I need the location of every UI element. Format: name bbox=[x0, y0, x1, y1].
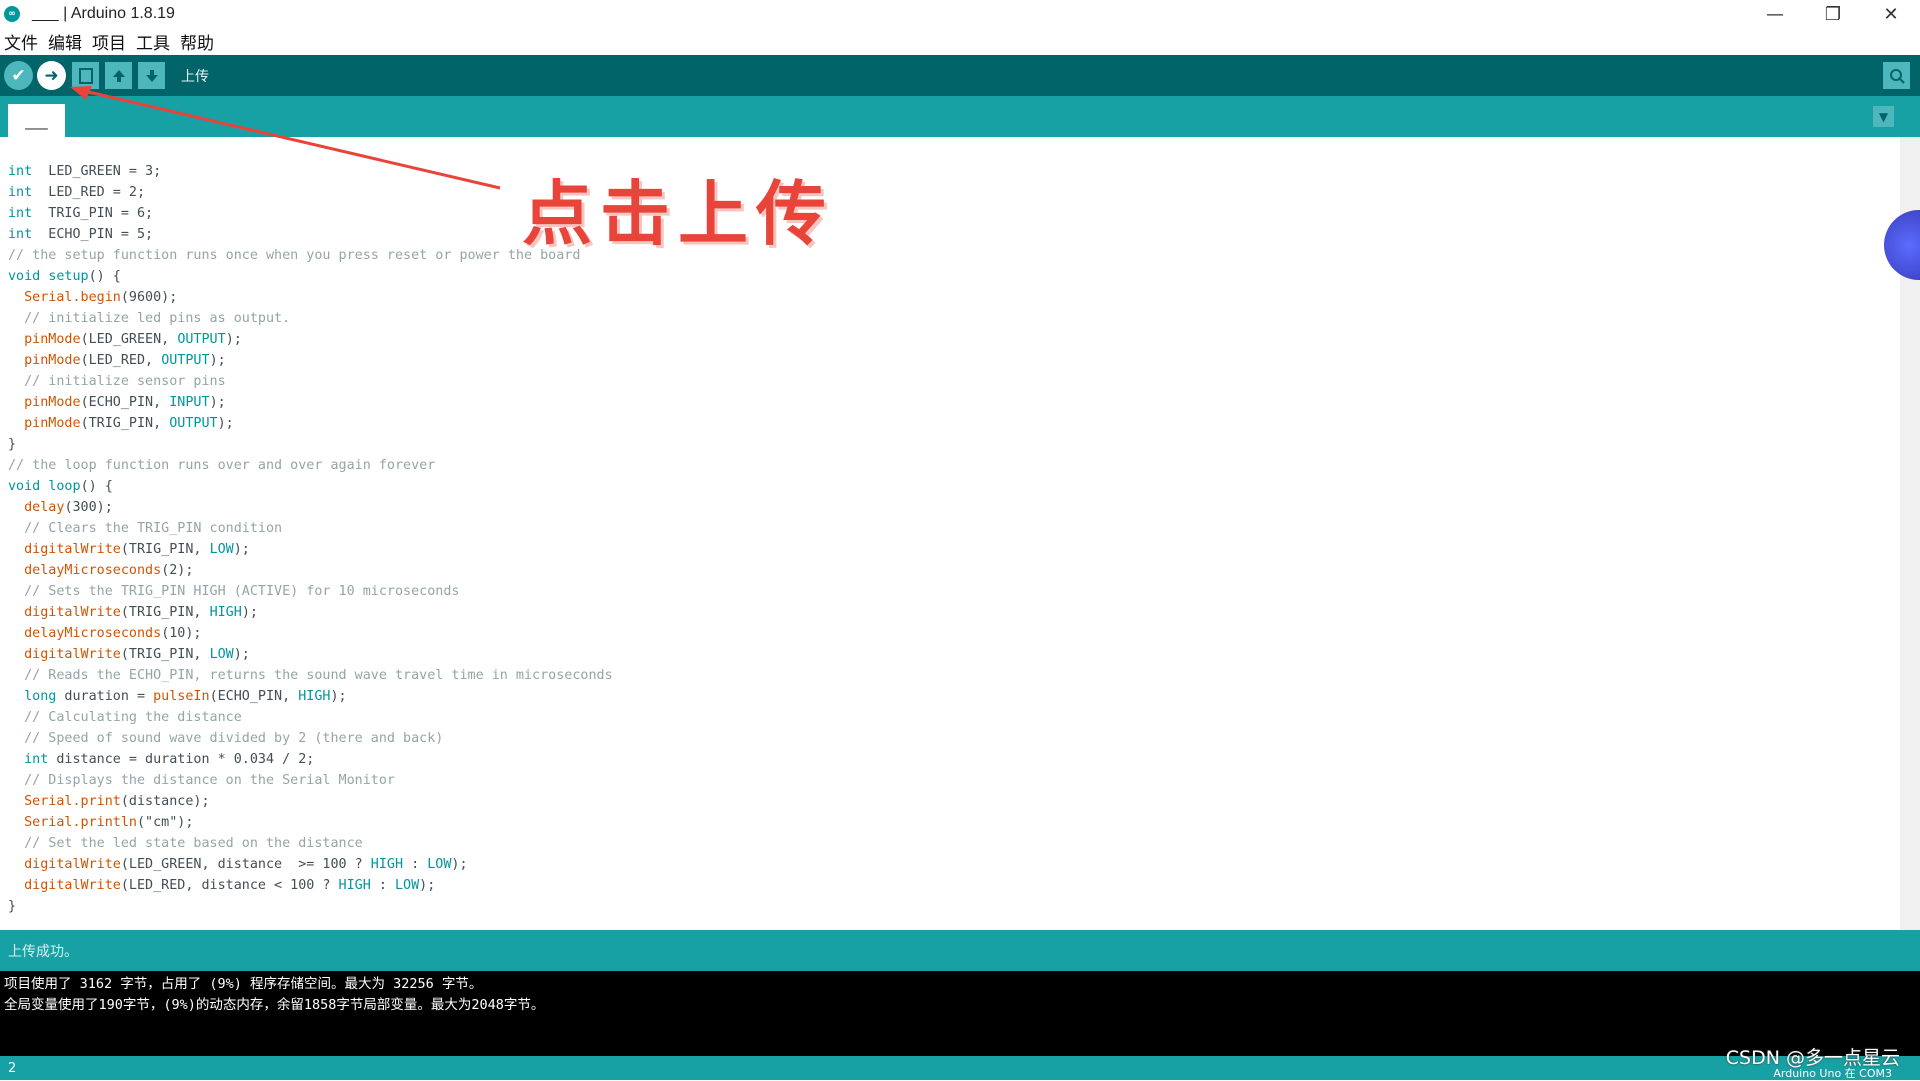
window-titlebar: ∞ ___ | Arduino 1.8.19 — ❐ ✕ bbox=[0, 0, 1920, 28]
verify-button[interactable]: ✔ bbox=[4, 61, 33, 90]
code-line[interactable]: Serial.begin(9600); bbox=[8, 287, 613, 308]
code-line[interactable]: // the loop function runs over and over … bbox=[8, 455, 613, 476]
code-line[interactable]: // Clears the TRIG_PIN condition bbox=[8, 518, 613, 539]
status-message: 上传成功。 bbox=[8, 943, 78, 960]
new-file-icon bbox=[78, 67, 93, 84]
code-line[interactable]: digitalWrite(TRIG_PIN, HIGH); bbox=[8, 602, 613, 623]
code-line[interactable]: // Displays the distance on the Serial M… bbox=[8, 770, 613, 791]
menu-help[interactable]: 帮助 bbox=[176, 29, 218, 54]
save-arrow-down-icon bbox=[145, 69, 158, 82]
open-sketch-button[interactable] bbox=[105, 62, 132, 89]
new-sketch-button[interactable] bbox=[72, 62, 99, 89]
minimize-button[interactable]: — bbox=[1746, 0, 1804, 28]
open-arrow-up-icon bbox=[112, 69, 125, 82]
arduino-logo-icon: ∞ bbox=[4, 6, 20, 22]
code-line[interactable]: Serial.println("cm"); bbox=[8, 812, 613, 833]
tab-bar: ___ ▼ bbox=[0, 96, 1920, 137]
code-line[interactable]: pinMode(LED_RED, OUTPUT); bbox=[8, 350, 613, 371]
status-bar: 上传成功。 bbox=[0, 930, 1920, 971]
code-line[interactable]: pinMode(LED_GREEN, OUTPUT); bbox=[8, 329, 613, 350]
restore-button[interactable]: ❐ bbox=[1804, 0, 1862, 28]
code-line[interactable]: delayMicroseconds(10); bbox=[8, 623, 613, 644]
window-controls: — ❐ ✕ bbox=[1746, 0, 1920, 28]
console-line: 全局变量使用了190字节，(9%)的动态内存，余留1858字节局部变量。最大为2… bbox=[4, 997, 545, 1013]
watermark: CSDN @多一点星云 bbox=[1725, 1047, 1900, 1069]
annotation-click-upload: 点击上传 bbox=[522, 173, 834, 255]
toolbar-hover-label: 上传 bbox=[181, 68, 209, 85]
code-line[interactable]: pinMode(ECHO_PIN, INPUT); bbox=[8, 392, 613, 413]
code-line[interactable]: long duration = pulseIn(ECHO_PIN, HIGH); bbox=[8, 686, 613, 707]
check-icon: ✔ bbox=[11, 65, 26, 86]
code-line[interactable]: delay(300); bbox=[8, 497, 613, 518]
code-line[interactable]: delayMicroseconds(2); bbox=[8, 560, 613, 581]
line-number: 2 bbox=[8, 1061, 17, 1076]
code-line[interactable]: pinMode(TRIG_PIN, OUTPUT); bbox=[8, 413, 613, 434]
upload-button[interactable]: ➜ bbox=[37, 61, 66, 90]
code-line[interactable]: // Reads the ECHO_PIN, returns the sound… bbox=[8, 665, 613, 686]
code-text[interactable]: int LED_GREEN = 3; int LED_RED = 2; int TR… bbox=[8, 161, 613, 917]
code-line[interactable]: // Calculating the distance bbox=[8, 707, 613, 728]
code-line[interactable]: // initialize led pins as output. bbox=[8, 308, 613, 329]
code-line[interactable]: } bbox=[8, 434, 613, 455]
save-sketch-button[interactable] bbox=[138, 62, 165, 89]
code-line[interactable]: digitalWrite(TRIG_PIN, LOW); bbox=[8, 644, 613, 665]
code-line[interactable]: int distance = duration * 0.034 / 2; bbox=[8, 749, 613, 770]
code-editor[interactable]: int LED_GREEN = 3; int LED_RED = 2; int TR… bbox=[0, 137, 1900, 930]
code-line[interactable]: Serial.print(distance); bbox=[8, 791, 613, 812]
toolbar: ✔ ➜ 上传 bbox=[0, 55, 1920, 96]
code-line[interactable]: void loop() { bbox=[8, 476, 613, 497]
code-line[interactable]: // Sets the TRIG_PIN HIGH (ACTIVE) for 1… bbox=[8, 581, 613, 602]
code-line[interactable]: digitalWrite(LED_GREEN, distance >= 100 … bbox=[8, 854, 613, 875]
code-line[interactable]: digitalWrite(LED_RED, distance < 100 ? H… bbox=[8, 875, 613, 896]
menu-edit[interactable]: 编辑 bbox=[44, 29, 86, 54]
footer-bar: 2 Arduino Uno 在 COM3 bbox=[0, 1056, 1920, 1080]
menu-file[interactable]: 文件 bbox=[0, 29, 42, 54]
code-line[interactable]: // initialize sensor pins bbox=[8, 371, 613, 392]
code-line[interactable]: // Speed of sound wave divided by 2 (the… bbox=[8, 728, 613, 749]
chevron-down-icon: ▼ bbox=[1878, 109, 1889, 124]
console-output[interactable]: 项目使用了 3162 字节，占用了 (9%) 程序存储空间。最大为 32256 … bbox=[0, 971, 1920, 1056]
menu-bar: 文件 编辑 项目 工具 帮助 bbox=[0, 28, 1920, 57]
tab-menu-button[interactable]: ▼ bbox=[1873, 106, 1894, 127]
close-button[interactable]: ✕ bbox=[1862, 0, 1920, 28]
arrow-right-icon: ➜ bbox=[44, 65, 59, 86]
console-line: 项目使用了 3162 字节，占用了 (9%) 程序存储空间。最大为 32256 … bbox=[4, 976, 483, 992]
code-line[interactable]: digitalWrite(TRIG_PIN, LOW); bbox=[8, 539, 613, 560]
menu-tools[interactable]: 工具 bbox=[132, 29, 174, 54]
magnifier-icon bbox=[1889, 68, 1905, 84]
tab-sketch[interactable]: ___ bbox=[8, 104, 65, 137]
code-line[interactable]: void setup() { bbox=[8, 266, 613, 287]
serial-monitor-button[interactable] bbox=[1883, 62, 1910, 89]
menu-sketch[interactable]: 项目 bbox=[88, 29, 130, 54]
code-line[interactable]: // Set the led state based on the distan… bbox=[8, 833, 613, 854]
code-line[interactable]: } bbox=[8, 896, 613, 917]
window-title: ___ | Arduino 1.8.19 bbox=[32, 5, 175, 22]
